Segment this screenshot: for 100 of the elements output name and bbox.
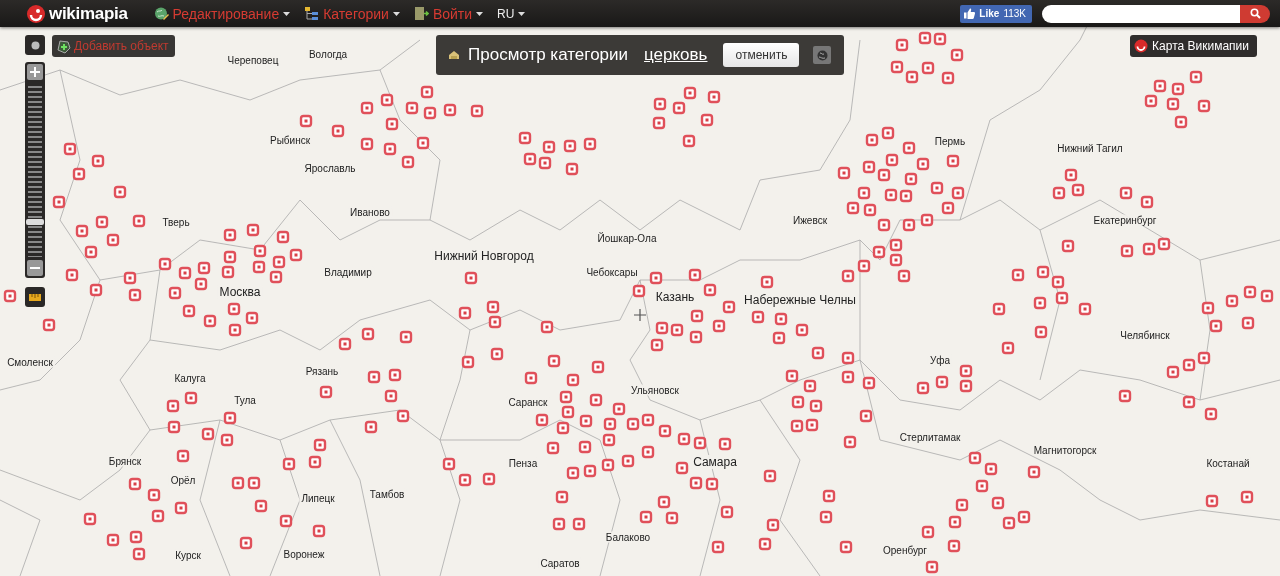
place-marker-icon[interactable] — [524, 371, 538, 385]
place-marker-icon[interactable] — [384, 389, 398, 403]
place-marker-icon[interactable] — [203, 314, 217, 328]
place-marker-icon[interactable] — [933, 32, 947, 46]
place-marker-icon[interactable] — [559, 390, 573, 404]
place-marker-icon[interactable] — [535, 413, 549, 427]
search-button[interactable] — [1240, 4, 1270, 23]
place-marker-icon[interactable] — [881, 126, 895, 140]
place-marker-icon[interactable] — [895, 38, 909, 52]
place-marker-icon[interactable] — [282, 457, 296, 471]
place-marker-icon[interactable] — [862, 376, 876, 390]
place-marker-icon[interactable] — [1036, 265, 1050, 279]
place-marker-icon[interactable] — [52, 195, 66, 209]
place-marker-icon[interactable] — [843, 435, 857, 449]
place-marker-icon[interactable] — [106, 533, 120, 547]
place-marker-icon[interactable] — [991, 496, 1005, 510]
place-marker-icon[interactable] — [720, 505, 734, 519]
place-marker-icon[interactable] — [254, 499, 268, 513]
place-marker-icon[interactable] — [540, 320, 554, 334]
place-marker-icon[interactable] — [905, 70, 919, 84]
place-marker-icon[interactable] — [106, 233, 120, 247]
place-marker-icon[interactable] — [885, 153, 899, 167]
place-marker-icon[interactable] — [1243, 285, 1257, 299]
place-marker-icon[interactable] — [612, 402, 626, 416]
place-marker-icon[interactable] — [707, 90, 721, 104]
place-marker-icon[interactable] — [470, 104, 484, 118]
place-marker-icon[interactable] — [276, 230, 290, 244]
place-marker-icon[interactable] — [461, 355, 475, 369]
place-marker-icon[interactable] — [383, 142, 397, 156]
place-marker-icon[interactable] — [1071, 183, 1085, 197]
place-marker-icon[interactable] — [774, 312, 788, 326]
place-marker-icon[interactable] — [220, 433, 234, 447]
place-marker-icon[interactable] — [168, 286, 182, 300]
place-marker-icon[interactable] — [718, 437, 732, 451]
place-marker-icon[interactable] — [857, 186, 871, 200]
place-marker-icon[interactable] — [227, 302, 241, 316]
place-marker-icon[interactable] — [488, 315, 502, 329]
place-marker-icon[interactable] — [1182, 358, 1196, 372]
place-marker-icon[interactable] — [246, 223, 260, 237]
place-marker-icon[interactable] — [657, 495, 671, 509]
place-marker-icon[interactable] — [693, 436, 707, 450]
place-marker-icon[interactable] — [360, 137, 374, 151]
place-marker-icon[interactable] — [841, 269, 855, 283]
place-marker-icon[interactable] — [758, 537, 772, 551]
globe-button[interactable] — [813, 46, 832, 64]
place-marker-icon[interactable] — [863, 203, 877, 217]
place-marker-icon[interactable] — [1240, 490, 1254, 504]
place-marker-icon[interactable] — [1033, 296, 1047, 310]
place-marker-icon[interactable] — [167, 420, 181, 434]
place-marker-icon[interactable] — [231, 476, 245, 490]
place-marker-icon[interactable] — [1189, 70, 1203, 84]
place-marker-icon[interactable] — [312, 524, 326, 538]
place-marker-icon[interactable] — [538, 156, 552, 170]
place-marker-icon[interactable] — [1052, 186, 1066, 200]
place-marker-icon[interactable] — [890, 60, 904, 74]
place-marker-icon[interactable] — [872, 245, 886, 259]
place-marker-icon[interactable] — [682, 134, 696, 148]
place-marker-icon[interactable] — [862, 160, 876, 174]
place-marker-icon[interactable] — [3, 289, 17, 303]
place-marker-icon[interactable] — [552, 517, 566, 531]
place-marker-icon[interactable] — [151, 509, 165, 523]
place-marker-icon[interactable] — [128, 288, 142, 302]
place-marker-icon[interactable] — [1001, 341, 1015, 355]
place-marker-icon[interactable] — [523, 152, 537, 166]
place-marker-icon[interactable] — [955, 498, 969, 512]
place-marker-icon[interactable] — [672, 101, 686, 115]
place-marker-icon[interactable] — [1166, 97, 1180, 111]
place-marker-icon[interactable] — [904, 172, 918, 186]
place-marker-icon[interactable] — [865, 133, 879, 147]
place-marker-icon[interactable] — [1027, 465, 1041, 479]
place-marker-icon[interactable] — [91, 154, 105, 168]
place-marker-icon[interactable] — [889, 253, 903, 267]
place-marker-icon[interactable] — [712, 319, 726, 333]
place-marker-icon[interactable] — [561, 405, 575, 419]
place-marker-icon[interactable] — [950, 48, 964, 62]
place-marker-icon[interactable] — [367, 370, 381, 384]
place-marker-icon[interactable] — [223, 250, 237, 264]
place-marker-icon[interactable] — [1225, 294, 1239, 308]
place-marker-icon[interactable] — [405, 101, 419, 115]
brand-name[interactable]: wikimapia — [49, 3, 128, 24]
place-marker-icon[interactable] — [1209, 319, 1223, 333]
place-marker-icon[interactable] — [805, 418, 819, 432]
place-marker-icon[interactable] — [992, 302, 1006, 316]
place-marker-icon[interactable] — [95, 215, 109, 229]
place-marker-icon[interactable] — [899, 189, 913, 203]
place-marker-icon[interactable] — [269, 270, 283, 284]
place-marker-icon[interactable] — [839, 540, 853, 554]
place-marker-icon[interactable] — [641, 445, 655, 459]
place-marker-icon[interactable] — [331, 124, 345, 138]
place-marker-icon[interactable] — [722, 300, 736, 314]
zoom-in-button[interactable] — [27, 64, 43, 80]
place-marker-icon[interactable] — [401, 155, 415, 169]
place-marker-icon[interactable] — [766, 518, 780, 532]
place-marker-icon[interactable] — [760, 275, 774, 289]
place-marker-icon[interactable] — [1205, 494, 1219, 508]
place-marker-icon[interactable] — [819, 510, 833, 524]
place-marker-icon[interactable] — [652, 116, 666, 130]
place-marker-icon[interactable] — [147, 488, 161, 502]
place-marker-icon[interactable] — [859, 409, 873, 423]
place-marker-icon[interactable] — [1182, 395, 1196, 409]
